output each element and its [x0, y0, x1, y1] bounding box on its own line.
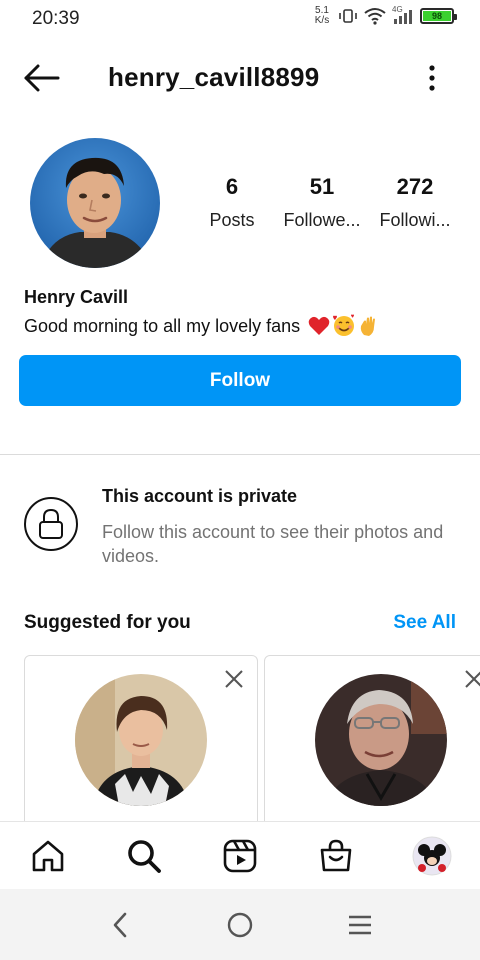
- wifi-icon: [364, 8, 386, 25]
- stat-value: 6: [225, 174, 239, 199]
- stat-value: 272: [396, 174, 434, 199]
- more-vertical-icon: [429, 65, 435, 91]
- suggested-avatar[interactable]: [315, 674, 447, 806]
- status-bar: 20:39 5.1 K/s 4G 98: [0, 0, 480, 38]
- status-icons: 5.1 K/s 4G 98: [312, 5, 457, 26]
- more-options-button[interactable]: [420, 62, 444, 94]
- circle-home-icon: [227, 912, 253, 938]
- stat-label: Followi...: [379, 210, 451, 230]
- battery-icon: 98: [420, 8, 457, 24]
- private-account-description: Follow this account to see their photos …: [102, 522, 444, 566]
- dismiss-suggestion-button[interactable]: [223, 668, 245, 690]
- section-divider: [0, 454, 480, 455]
- arrow-left-icon: [24, 64, 60, 92]
- profile-stats: 6 Posts 51 Followe... 272 Followi...: [190, 174, 470, 234]
- net-speed: 5.1 K/s: [312, 6, 332, 26]
- bio-emojis: [308, 314, 380, 338]
- suggested-photo: [315, 674, 447, 806]
- nav-search[interactable]: [124, 836, 164, 876]
- follow-button[interactable]: Follow: [19, 355, 461, 406]
- lock-icon: [39, 508, 63, 539]
- nav-home[interactable]: [28, 836, 68, 876]
- see-all-link[interactable]: See All: [393, 612, 456, 634]
- home-icon: [32, 840, 64, 872]
- back-button[interactable]: [22, 62, 62, 94]
- stat-label: Posts: [209, 210, 255, 230]
- suggested-photo: [75, 674, 207, 806]
- profile-username: henry_cavill8899: [108, 62, 320, 92]
- private-lock-badge: [24, 497, 78, 551]
- profile-avatar: [412, 836, 452, 876]
- private-account-title: This account is private: [102, 486, 298, 506]
- vibrate-icon: [339, 9, 357, 23]
- profile-photo: [30, 138, 160, 268]
- system-back-button[interactable]: [102, 907, 138, 943]
- net-speed-unit: K/s: [314, 15, 330, 26]
- system-home-button[interactable]: [222, 907, 258, 943]
- signal-icon: 4G: [392, 5, 414, 25]
- smiling-face-with-hearts-emoji: [333, 314, 355, 336]
- bio-text: Good morning to all my lovely fans: [24, 315, 301, 336]
- stat-posts[interactable]: 6 Posts: [190, 174, 274, 231]
- system-menu-button[interactable]: [342, 907, 378, 943]
- profile-header: henry_cavill8899: [0, 50, 480, 106]
- nav-reels[interactable]: [220, 836, 260, 876]
- nav-shop[interactable]: [316, 836, 356, 876]
- stat-following[interactable]: 272 Followi...: [372, 174, 458, 231]
- suggested-title: Suggested for you: [24, 612, 191, 633]
- nav-profile[interactable]: [412, 836, 452, 876]
- battery-level: 98: [423, 11, 451, 21]
- profile-display-name: Henry Cavill: [24, 287, 129, 307]
- reels-icon: [223, 839, 257, 873]
- dismiss-suggestion-button[interactable]: [463, 668, 480, 690]
- suggested-card[interactable]: [264, 655, 480, 835]
- search-icon: [128, 840, 161, 873]
- close-icon: [225, 670, 243, 688]
- status-time: 20:39: [32, 8, 80, 29]
- chevron-left-icon: [113, 912, 127, 938]
- stat-label: Followe...: [283, 210, 361, 230]
- close-icon: [465, 670, 480, 688]
- profile-bio: Good morning to all my lovely fans: [24, 314, 380, 338]
- stat-value: 51: [309, 174, 335, 199]
- profile-avatar[interactable]: [30, 138, 160, 268]
- stat-followers[interactable]: 51 Followe...: [278, 174, 366, 231]
- system-navigation-bar: [0, 889, 480, 960]
- bottom-navigation: [0, 821, 480, 889]
- shop-icon: [320, 839, 352, 872]
- suggested-card[interactable]: [24, 655, 258, 835]
- menu-lines-icon: [349, 915, 371, 935]
- suggested-avatar[interactable]: [75, 674, 207, 806]
- waving-hand-emoji: [360, 316, 376, 336]
- heart-emoji: [308, 316, 330, 335]
